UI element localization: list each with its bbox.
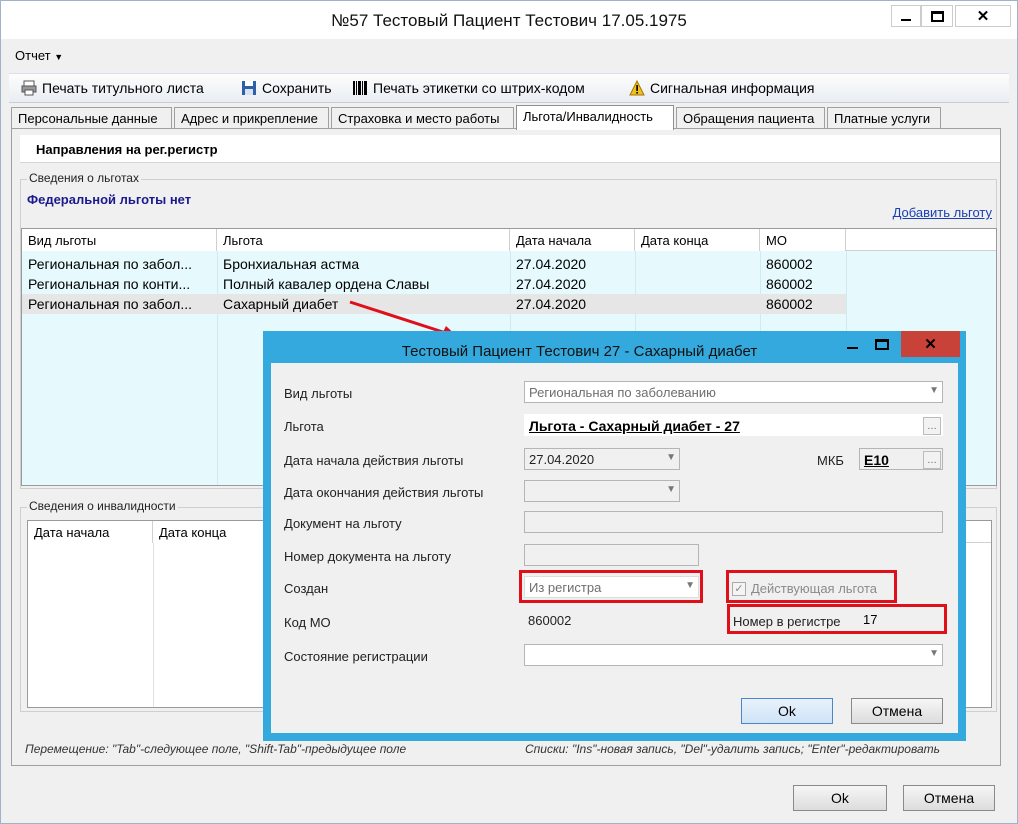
- dialog-ok-button[interactable]: Ok: [741, 698, 833, 724]
- start-date-field[interactable]: 27.04.2020 ▼: [524, 448, 680, 470]
- benefit-kind-select[interactable]: Региональная по заболеванию ▼: [524, 381, 943, 403]
- label-start-date: Дата начала действия льготы: [284, 453, 464, 468]
- close-icon: ✕: [924, 336, 937, 353]
- reg-state-select[interactable]: ▼: [524, 644, 943, 666]
- arrow-line: [349, 300, 447, 335]
- dialog-maximize-button[interactable]: [867, 331, 897, 357]
- benefit-kind-value: Региональная по заболеванию: [529, 385, 716, 400]
- document-number-field[interactable]: [524, 544, 699, 566]
- benefit-ellipsis-button[interactable]: …: [923, 417, 941, 435]
- dialog-close-button[interactable]: ✕: [901, 331, 960, 357]
- label-mkb: МКБ: [817, 453, 844, 468]
- benefit-field[interactable]: Льгота - Сахарный диабет - 27: [524, 414, 943, 436]
- label-created: Создан: [284, 581, 329, 596]
- mkb-value: E10: [864, 452, 889, 468]
- highlight-active: [726, 570, 897, 603]
- maximize-icon: [875, 338, 889, 350]
- highlight-created: [519, 570, 703, 603]
- dialog-minimize-button[interactable]: [838, 331, 866, 357]
- mo-code-field[interactable]: 860002: [524, 610, 699, 632]
- benefit-dialog: Тестовый Пациент Тестович 27 - Сахарный …: [263, 331, 966, 741]
- tab-benefits[interactable]: Льгота/Инвалидность: [516, 105, 674, 130]
- chevron-down-icon: ▼: [929, 385, 939, 396]
- label-benefit-kind: Вид льготы: [284, 386, 353, 401]
- dialog-cancel-button[interactable]: Отмена: [851, 698, 943, 724]
- start-date-value: 27.04.2020: [529, 452, 595, 467]
- label-end-date: Дата окончания действия льготы: [284, 485, 484, 500]
- label-document: Документ на льготу: [284, 516, 402, 531]
- mkb-ellipsis-button[interactable]: …: [923, 451, 941, 469]
- chevron-down-icon: ▼: [666, 484, 676, 495]
- highlight-reg-number: [727, 604, 947, 634]
- label-document-number: Номер документа на льготу: [284, 549, 452, 564]
- label-mo-code: Код МО: [284, 615, 331, 630]
- end-date-field[interactable]: ▼: [524, 480, 680, 502]
- chevron-down-icon: ▼: [929, 648, 939, 659]
- document-field[interactable]: [524, 511, 943, 533]
- mo-code-value: 860002: [528, 613, 572, 628]
- label-reg-state: Состояние регистрации: [284, 649, 428, 664]
- label-benefit: Льгота: [284, 419, 324, 434]
- minimize-icon: [846, 347, 858, 349]
- benefit-value: Льгота - Сахарный диабет - 27: [529, 418, 740, 434]
- dialog-body: Вид льготы Региональная по заболеванию ▼ …: [271, 363, 958, 733]
- chevron-down-icon: ▼: [666, 452, 676, 463]
